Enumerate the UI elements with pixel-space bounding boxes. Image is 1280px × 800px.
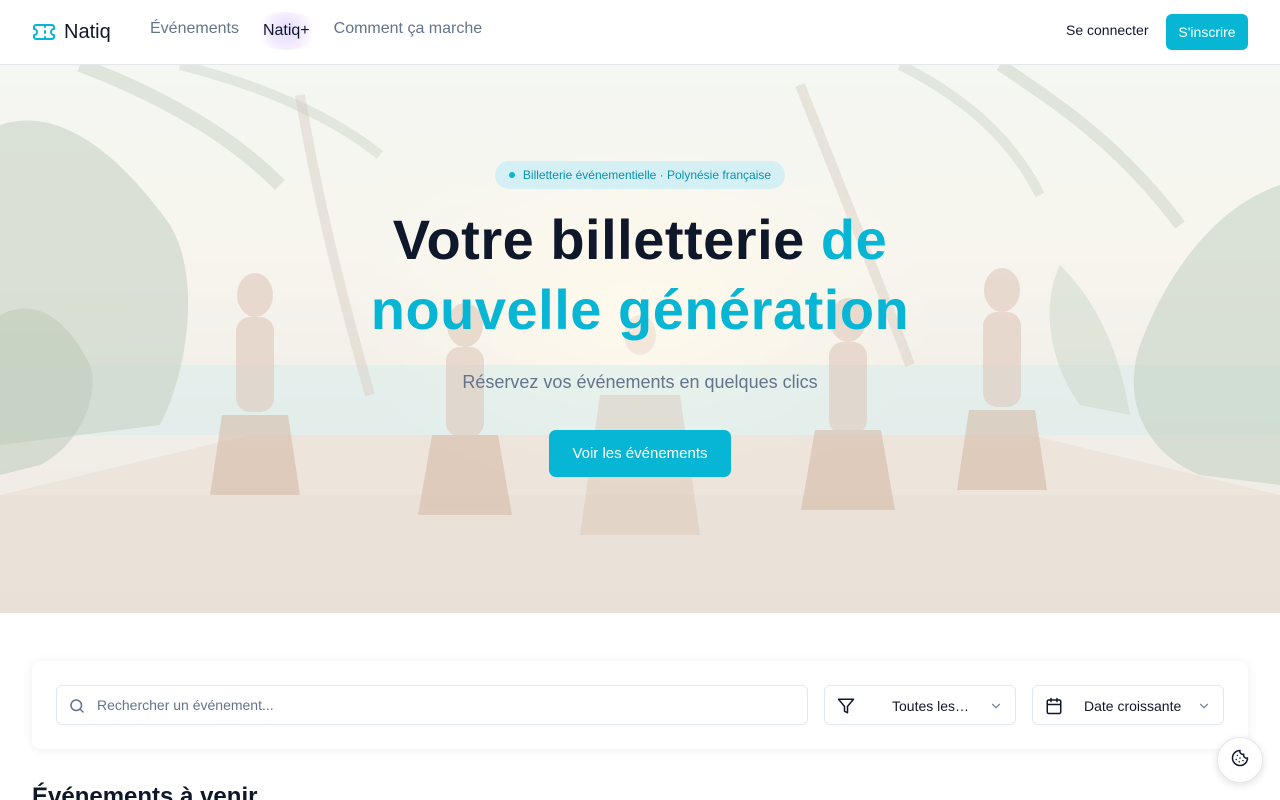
nav-link-natiq-plus[interactable]: Natiq+	[253, 12, 320, 50]
sort-select[interactable]: Date croissante	[1032, 685, 1224, 725]
calendar-icon	[1045, 697, 1063, 715]
badge-dot	[508, 172, 515, 178]
main-nav: Événements Natiq+ Comment ça marche	[150, 12, 483, 50]
hero-section: Billetterie événementielle · Polynésie f…	[0, 65, 1280, 613]
hero-title-accent-1: de	[820, 208, 888, 271]
hero-subtitle: Réservez vos événements en quelques clic…	[462, 372, 818, 392]
cookie-settings-button[interactable]	[1217, 737, 1263, 783]
chevron-down-icon	[1197, 699, 1211, 713]
view-events-button[interactable]: Voir les événements	[549, 430, 731, 477]
nav-link-events[interactable]: Événements	[150, 20, 239, 38]
search-icon	[68, 697, 86, 715]
category-select[interactable]: Toutes les…	[824, 685, 1016, 725]
search-box[interactable]	[56, 685, 808, 725]
hero-title-main: Votre billetterie	[392, 208, 805, 271]
ticket-icon	[32, 20, 56, 44]
logo-text: Natiq	[64, 20, 111, 43]
nav-link-how-it-works[interactable]: Comment ça marche	[334, 20, 483, 38]
search-input[interactable]	[97, 686, 797, 724]
chevron-down-icon	[989, 699, 1003, 713]
site-header: Natiq Événements Natiq+ Comment ça march…	[0, 0, 1280, 65]
logo[interactable]: Natiq	[32, 18, 111, 46]
filter-icon	[837, 697, 855, 715]
hero-title-accent-2: nouvelle génération	[370, 278, 910, 341]
login-link[interactable]: Se connecter	[1066, 22, 1149, 38]
upcoming-events-title: Événements à venir	[32, 783, 258, 800]
cookie-icon	[1231, 749, 1249, 772]
category-select-value: Toutes les…	[892, 698, 970, 714]
event-filters: Toutes les… Date croissante	[32, 661, 1248, 749]
sort-select-value: Date croissante	[1084, 698, 1182, 714]
hero-badge: Billetterie événementielle · Polynésie f…	[495, 161, 785, 189]
hero-title: Votre billetterie de nouvelle génération	[340, 205, 940, 345]
hero-badge-text: Billetterie événementielle · Polynésie f…	[522, 168, 772, 182]
signup-button[interactable]: S'inscrire	[1166, 14, 1248, 50]
